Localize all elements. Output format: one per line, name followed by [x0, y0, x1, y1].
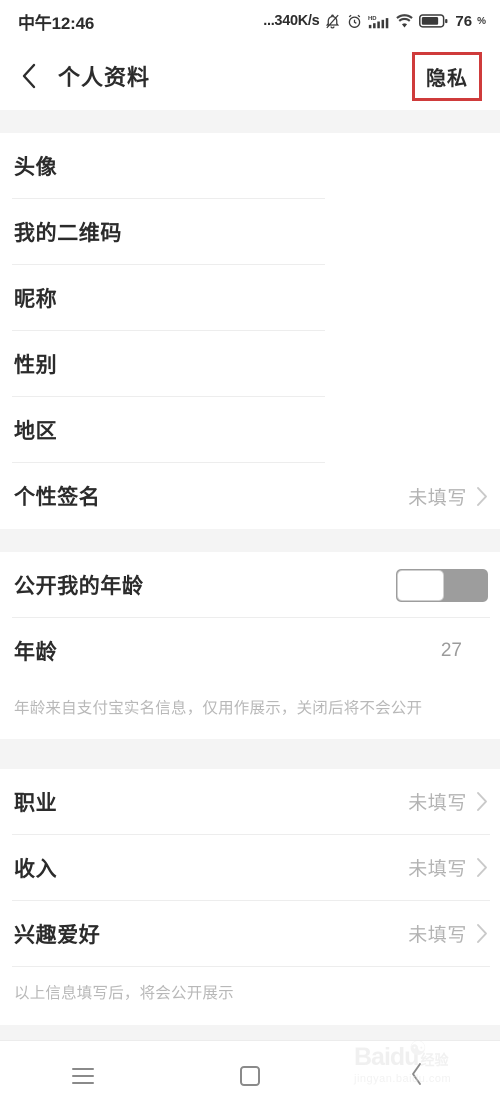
row-label: 我的二维码: [14, 222, 122, 245]
extra-info-group: 职业 未填写 收入 未填写 兴趣爱好 未填写 以上信息填写后，将会公开展示: [0, 768, 500, 1026]
row-value-group: 未填写: [408, 854, 488, 881]
section-gap: [0, 110, 500, 133]
status-icons: ...340K/s HD 76 %: [263, 13, 486, 30]
row-label: 个性签名: [14, 486, 101, 509]
row-public-age[interactable]: 公开我的年龄: [0, 552, 500, 618]
row-age[interactable]: 年龄 27: [0, 618, 500, 684]
section-gap: [0, 529, 500, 552]
row-region[interactable]: 地区: [0, 397, 500, 463]
page-header: 个人资料 隐私: [0, 42, 500, 110]
status-time: 中午12:46: [18, 13, 95, 33]
battery-percent: 76: [455, 12, 473, 30]
row-gender[interactable]: 性别: [0, 331, 500, 397]
row-label: 职业: [14, 791, 58, 815]
phone-screen: 中午12:46 ...340K/s HD 76 % 个人资料 隐私 头像 我的二…: [0, 0, 500, 1111]
back-chevron-icon: [410, 1062, 424, 1091]
chevron-right-icon: [475, 485, 488, 507]
row-value: 未填写: [408, 793, 467, 815]
row-income[interactable]: 收入 未填写: [0, 835, 500, 901]
section-gap: [0, 738, 500, 769]
status-bar: 中午12:46 ...340K/s HD 76 %: [0, 0, 500, 42]
row-value-group: 未填写: [408, 920, 488, 947]
row-value: 未填写: [408, 487, 467, 509]
row-control-group: [396, 568, 488, 602]
age-footnote: 年龄来自支付宝实名信息，仅用作展示，关闭后将不会公开: [0, 684, 500, 739]
nav-back-button[interactable]: [333, 1041, 500, 1111]
bell-muted-icon: [324, 13, 341, 30]
row-nickname[interactable]: 昵称: [0, 265, 500, 331]
row-value: 未填写: [408, 859, 467, 881]
row-value-group: 未填写: [408, 483, 488, 510]
svg-text:HD: HD: [368, 15, 377, 21]
nav-menu-button[interactable]: [0, 1041, 167, 1111]
row-label: 年龄: [14, 641, 58, 664]
percent-sign: %: [477, 15, 486, 27]
row-value: 未填写: [408, 925, 467, 947]
row-label: 公开我的年龄: [14, 575, 144, 598]
row-qrcode[interactable]: 我的二维码: [0, 199, 500, 265]
wifi-icon: [395, 13, 414, 30]
chevron-right-icon: [475, 791, 488, 813]
hd-signal-icon: HD: [368, 13, 390, 30]
network-speed-text: ...340K/s: [263, 13, 320, 29]
settings-list: 头像 我的二维码 昵称 性别 地区 个性签名 未填写 公开我的年龄 年龄 27 …: [0, 110, 500, 1040]
row-hobbies[interactable]: 兴趣爱好 未填写: [0, 901, 500, 967]
row-occupation[interactable]: 职业 未填写: [0, 769, 500, 835]
profile-basic-group: 头像 我的二维码 昵称 性别 地区 个性签名 未填写: [0, 133, 500, 529]
row-avatar[interactable]: 头像: [0, 133, 500, 199]
toggle-knob: [397, 569, 444, 601]
back-chevron-icon[interactable]: [16, 60, 42, 92]
age-group: 公开我的年龄 年龄 27 年龄来自支付宝实名信息，仅用作展示，关闭后将不会公开: [0, 552, 500, 739]
privacy-button[interactable]: 隐私: [426, 68, 468, 90]
system-navigation-bar: [0, 1040, 500, 1111]
chevron-right-icon: [475, 857, 488, 879]
square-home-icon: [240, 1066, 260, 1086]
extra-info-footnote: 以上信息填写后，将会公开展示: [0, 966, 500, 1026]
nav-home-button[interactable]: [167, 1041, 334, 1111]
row-label: 头像: [14, 156, 58, 179]
row-value-group: 未填写: [408, 788, 488, 815]
row-signature[interactable]: 个性签名 未填写: [0, 463, 500, 529]
battery-icon: [419, 13, 449, 29]
page-title: 个人资料: [58, 65, 151, 90]
alarm-icon: [346, 13, 363, 30]
privacy-button-annotation: 隐私: [412, 51, 482, 101]
row-label: 地区: [14, 420, 58, 443]
row-value-group: 27: [441, 640, 462, 662]
public-age-toggle[interactable]: [396, 568, 488, 602]
row-label: 性别: [14, 354, 58, 377]
row-label: 兴趣爱好: [14, 923, 101, 947]
row-label: 收入: [14, 857, 58, 881]
row-label: 昵称: [14, 288, 58, 311]
hamburger-menu-icon: [72, 1063, 95, 1089]
chevron-right-icon: [475, 923, 488, 945]
row-value: 27: [440, 640, 462, 661]
